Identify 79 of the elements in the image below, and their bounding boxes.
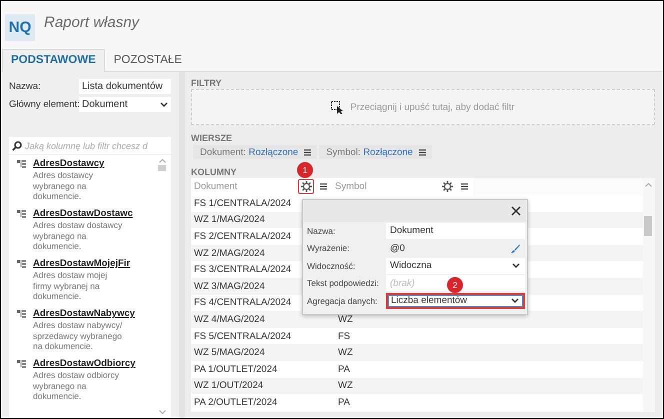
scrollbar-thumb[interactable] xyxy=(158,165,166,171)
name-field[interactable]: Lista dokumentów xyxy=(79,78,171,94)
field-label: Nazwa: xyxy=(9,80,42,92)
row-group-chip[interactable]: Symbol: Rozłączone xyxy=(319,145,432,159)
field-description: Adres dostaw mojej firmy wybranej na dokumencie. xyxy=(33,270,108,302)
table-cell: WZ 1/OUT/2024 xyxy=(194,380,264,392)
tree-icon xyxy=(17,210,27,218)
field-name[interactable]: AdresDostawcy xyxy=(33,158,104,169)
field-label: Nazwa: xyxy=(307,226,336,236)
table-cell-text: PA xyxy=(337,364,350,375)
table-cell: WZ 2/MAG/2024 xyxy=(194,248,265,259)
menu-icon xyxy=(418,148,426,156)
input-field[interactable]: Dokument xyxy=(386,222,525,239)
menu-icon xyxy=(304,148,312,156)
table-cell-text: PA xyxy=(337,396,350,408)
row-group-chip[interactable]: Dokument: Rozłączone xyxy=(193,145,318,159)
search-icon xyxy=(12,140,22,150)
close-icon[interactable] xyxy=(511,206,521,216)
section-heading: WIERSZE xyxy=(191,133,232,142)
tab[interactable]: POZOSTAŁE xyxy=(104,49,191,71)
field-label: Wyrażenie: xyxy=(307,243,350,254)
table-cell: FS 1/CENTRALA/2024 xyxy=(194,198,292,209)
table-cell: WZ 1/MAG/2024 xyxy=(194,214,265,226)
table-cell-text: WZ xyxy=(337,380,353,392)
dropdown[interactable]: Widoczna xyxy=(386,258,525,274)
gear-icon xyxy=(300,181,312,192)
table-cell-text: FS xyxy=(337,330,350,342)
table-cell: FS 2/CENTRALA/2024 xyxy=(194,230,292,242)
scrollbar-thumb[interactable] xyxy=(644,216,652,236)
field-label: Główny element: xyxy=(9,98,79,110)
brush-icon[interactable] xyxy=(511,244,520,253)
scroll-down-icon xyxy=(158,410,166,414)
element-dropdown[interactable]: Dokument xyxy=(79,96,171,112)
table-cell: PA 2/OUTLET/2024 xyxy=(194,396,278,408)
tree-icon xyxy=(17,160,27,168)
table-cell: WZ 3/MAG/2024 xyxy=(194,280,265,292)
chevron-down-icon xyxy=(160,102,168,106)
field-name[interactable]: AdresDostawOdbiorcy xyxy=(33,358,136,369)
table-cell: FS 5/CENTRALA/2024 xyxy=(194,330,292,342)
field-description: Adres dostawcy wybranego na dokumencie. xyxy=(33,170,94,202)
scroll-up-icon xyxy=(158,159,166,163)
table-cell: WZ 4/MAG/2024 xyxy=(194,314,265,325)
table-cell: WZ 5/MAG/2024 xyxy=(194,347,265,358)
field-description: Adres dostaw dostawcy wybranego na dokumencie. xyxy=(33,220,124,252)
table-cell: PA 1/OUTLET/2024 xyxy=(194,364,278,375)
menu-icon xyxy=(461,183,468,190)
chip-label: Symbol: Rozłączone xyxy=(326,146,413,158)
tree-icon xyxy=(17,310,27,318)
field-label: Widoczność: xyxy=(307,260,356,271)
field-name[interactable]: AdresDostawNabywcy xyxy=(33,308,135,319)
drop-target-icon xyxy=(331,100,344,114)
dropdown[interactable]: Liczba elementów xyxy=(386,292,525,309)
chip-label: Dokument: Rozłączone xyxy=(200,146,298,158)
section-heading: KOLUMNY xyxy=(191,167,236,176)
field-name[interactable]: AdresDostawMojejFir xyxy=(33,258,130,269)
field-description: Adres dostaw odbiorcy wybranego na dokumencie. xyxy=(33,370,120,402)
table-cell: FS 3/CENTRALA/2024 xyxy=(194,264,292,276)
field-label: Agregacja danych: xyxy=(307,296,378,306)
field-name[interactable]: AdresDostawDostawc xyxy=(33,208,133,219)
tree-icon xyxy=(17,260,27,268)
chevron-down-icon xyxy=(511,298,519,304)
chevron-down-icon xyxy=(512,263,520,268)
field-description: Adres dostaw nabywcy/ sprzedawcy wybranego na dokumencie. xyxy=(33,320,124,352)
table-cell-text: WZ xyxy=(337,314,353,325)
section-heading: FILTRY xyxy=(191,78,222,87)
menu-icon xyxy=(320,183,327,190)
table-cell: FS 4/CENTRALA/2024 xyxy=(194,297,292,308)
tree-icon xyxy=(17,360,27,368)
field-label: Tekst podpowiedzi: xyxy=(307,278,380,288)
column-settings-button[interactable] xyxy=(439,179,455,194)
table-cell-text: WZ xyxy=(337,347,353,358)
drop-hint: Przeciągnij i upuść tutaj, aby dodać filtr xyxy=(350,102,515,112)
callout-badge: 1 xyxy=(297,162,313,178)
window-title: Raport własny xyxy=(44,14,140,30)
gear-icon xyxy=(442,181,452,192)
app-logo: NQ xyxy=(5,14,35,40)
column-settings-button[interactable] xyxy=(298,179,314,194)
tab[interactable]: PODSTAWOWE xyxy=(2,49,105,72)
scroll-up-icon xyxy=(644,183,652,187)
